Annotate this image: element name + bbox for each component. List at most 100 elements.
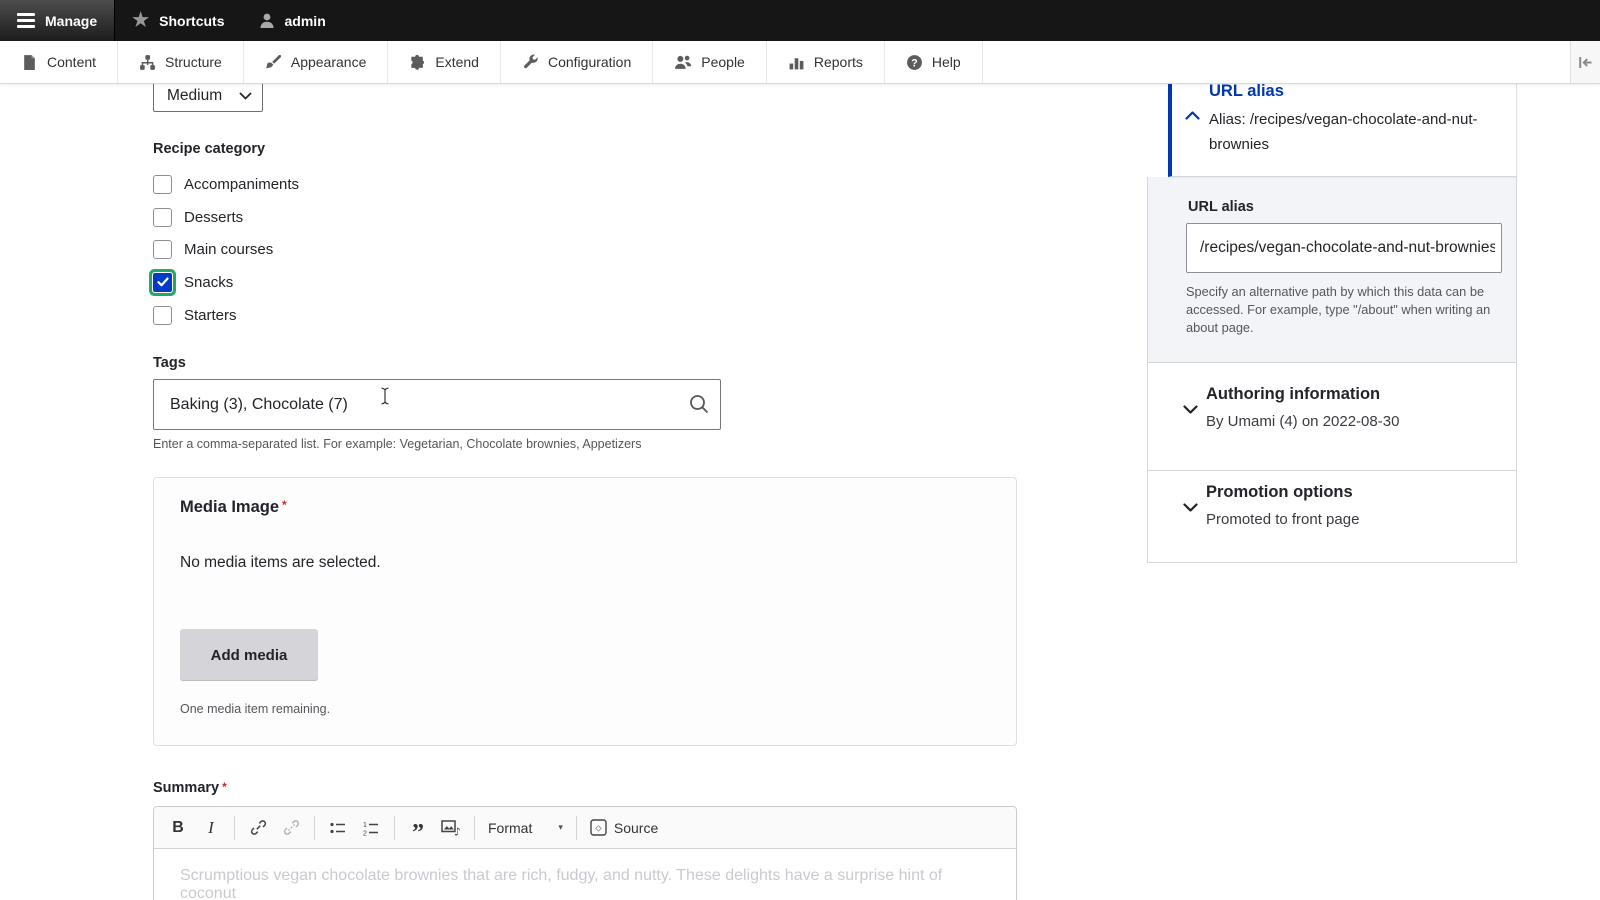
chevron-down-icon	[1183, 503, 1198, 512]
star-icon: ★	[132, 11, 149, 30]
toolbar-item-content[interactable]: Content	[0, 41, 118, 83]
format-dropdown[interactable]: Format ▾	[488, 820, 563, 836]
toolbar-separator	[576, 816, 577, 840]
unlink-icon[interactable]	[281, 815, 301, 841]
svg-text:◇: ◇	[595, 824, 602, 833]
url-alias-accordion-summary: Alias: /recipes/vegan-chocolate-and-nut-…	[1209, 107, 1501, 157]
toolbar-item-reports[interactable]: Reports	[767, 41, 885, 83]
media-size-select-value: Medium	[167, 87, 222, 105]
checkbox-row-starters: Starters	[153, 302, 237, 328]
url-alias-accordion-title[interactable]: URL alias	[1209, 82, 1284, 101]
checkbox-row-accompaniments: Accompaniments	[153, 171, 299, 197]
admin-bar-item-shortcuts[interactable]: ★ Shortcuts	[115, 0, 241, 41]
checkbox-desserts[interactable]	[153, 208, 172, 227]
toolbar-item-configuration[interactable]: Configuration	[501, 41, 653, 83]
search-icon	[688, 393, 710, 415]
menu-icon	[17, 10, 35, 31]
url-alias-field-label: URL alias	[1188, 199, 1254, 215]
paintbrush-icon	[265, 54, 282, 71]
checkbox-label: Starters	[184, 307, 237, 324]
document-icon	[21, 54, 38, 71]
admin-bar-item-manage[interactable]: Manage	[0, 0, 115, 41]
media-empty-text: No media items are selected.	[180, 554, 381, 572]
checkbox-starters[interactable]	[153, 306, 172, 325]
toolbar-item-people[interactable]: People	[653, 41, 767, 83]
media-image-card: Media Image* No media items are selected…	[153, 477, 1017, 746]
toolbar-item-structure[interactable]: Structure	[118, 41, 244, 83]
checkbox-snacks[interactable]	[153, 273, 172, 292]
toolbar-separator	[394, 816, 395, 840]
chevron-down-icon	[1183, 405, 1198, 414]
toolbar-item-label: Configuration	[548, 54, 631, 70]
required-mark: *	[222, 780, 227, 794]
source-icon: ◇	[590, 819, 607, 836]
toolbar-collapse-button[interactable]	[1570, 41, 1600, 83]
tags-label: Tags	[153, 355, 186, 371]
toolbar-item-label: Reports	[814, 54, 863, 70]
authoring-information-title[interactable]: Authoring information	[1206, 385, 1380, 404]
summary-editor: B I 12 ” ♪ Format ▾	[153, 806, 1017, 900]
toolbar-item-label: Extend	[435, 54, 479, 70]
chevron-up-icon	[1185, 111, 1200, 120]
insert-media-icon[interactable]: ♪	[441, 815, 461, 841]
checkbox-label: Main courses	[184, 241, 273, 258]
toolbar-item-label: Appearance	[291, 54, 367, 70]
toolbar-item-extend[interactable]: Extend	[388, 41, 501, 83]
authoring-information-summary: By Umami (4) on 2022-08-30	[1206, 413, 1399, 430]
puzzle-icon	[409, 54, 426, 71]
admin-toolbar: Content Structure Appearance Extend Conf…	[0, 41, 1600, 84]
blockquote-icon[interactable]: ”	[408, 815, 428, 841]
toolbar-separator	[474, 816, 475, 840]
tags-input[interactable]	[153, 379, 721, 430]
toolbar-item-label: Structure	[165, 54, 222, 70]
text-cursor-icon	[379, 387, 391, 405]
svg-text:♪: ♪	[454, 825, 461, 837]
page: Medium Manage ★ Shortcuts admin Content …	[0, 0, 1600, 900]
toolbar-separator	[314, 816, 315, 840]
source-button[interactable]: ◇ Source	[590, 819, 658, 836]
toolbar-item-appearance[interactable]: Appearance	[244, 41, 389, 83]
promotion-options-title[interactable]: Promotion options	[1206, 483, 1353, 502]
people-icon	[674, 54, 692, 71]
checkbox-label: Accompaniments	[184, 176, 299, 193]
checkbox-accompaniments[interactable]	[153, 175, 172, 194]
authoring-information-section[interactable]: Authoring information By Umami (4) on 20…	[1147, 362, 1517, 470]
sitemap-icon	[139, 54, 156, 71]
admin-bar-label: admin	[285, 13, 326, 29]
summary-editor-content[interactable]: Scrumptious vegan chocolate brownies tha…	[154, 849, 1016, 900]
svg-text:1: 1	[363, 822, 367, 829]
admin-bar-item-admin[interactable]: admin	[242, 0, 343, 41]
checkbox-row-snacks: Snacks	[153, 269, 233, 295]
checkbox-label: Snacks	[184, 274, 233, 291]
wrench-icon	[522, 54, 539, 71]
add-media-button[interactable]: Add media	[180, 629, 318, 681]
bold-button[interactable]: B	[168, 815, 188, 841]
tags-help-text: Enter a comma-separated list. For exampl…	[153, 437, 641, 451]
url-alias-panel: URL alias Specify an alternative path by…	[1147, 177, 1517, 362]
toolbar-item-help[interactable]: ? Help	[885, 41, 983, 83]
url-alias-input[interactable]	[1186, 223, 1502, 273]
chevron-down-icon	[239, 92, 252, 100]
italic-button[interactable]: I	[201, 815, 221, 841]
admin-bar-label: Manage	[45, 13, 97, 29]
toolbar-item-label: Content	[47, 54, 96, 70]
summary-label: Summary*	[153, 780, 227, 796]
svg-text:2: 2	[363, 830, 367, 836]
checkbox-main-courses[interactable]	[153, 240, 172, 259]
promotion-options-summary: Promoted to front page	[1206, 511, 1359, 528]
bar-chart-icon	[788, 54, 805, 71]
numbered-list-icon[interactable]: 12	[361, 815, 381, 841]
question-icon: ?	[906, 54, 923, 71]
url-alias-accordion-item[interactable]: URL alias Alias: /recipes/vegan-chocolat…	[1168, 76, 1517, 177]
media-remaining-text: One media item remaining.	[180, 702, 330, 716]
media-image-label: Media Image*	[180, 498, 287, 517]
checkmark-icon	[157, 277, 169, 287]
collapse-left-icon	[1578, 56, 1593, 69]
url-alias-help-text: Specify an alternative path by which thi…	[1186, 283, 1512, 337]
bulleted-list-icon[interactable]	[328, 815, 348, 841]
link-icon[interactable]	[248, 815, 268, 841]
editor-toolbar: B I 12 ” ♪ Format ▾	[154, 807, 1016, 849]
user-icon	[259, 12, 275, 29]
promotion-options-section[interactable]: Promotion options Promoted to front page	[1147, 470, 1517, 563]
admin-bar: Manage ★ Shortcuts admin	[0, 0, 1600, 41]
